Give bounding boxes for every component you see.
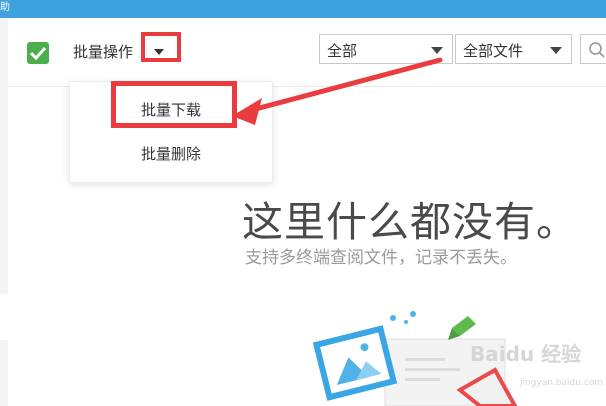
watermark-url: jingyan.baidu.com <box>520 378 604 388</box>
empty-state-subtitle: 支持多终端查阅文件，记录不丢失。 <box>245 248 517 268</box>
empty-state-title: 这里什么都没有。 <box>242 198 578 246</box>
watermark: Baidu 经验 <box>470 342 582 366</box>
